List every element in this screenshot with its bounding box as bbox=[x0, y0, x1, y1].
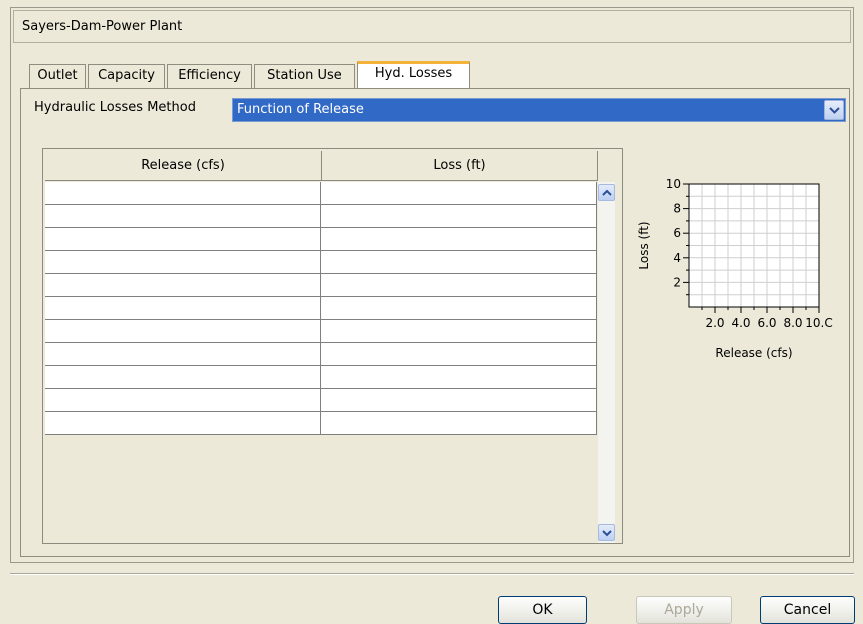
loss-cell[interactable] bbox=[321, 251, 597, 273]
table-row[interactable] bbox=[45, 182, 597, 205]
table-row[interactable] bbox=[45, 343, 597, 366]
apply-button[interactable]: Apply bbox=[636, 596, 732, 624]
method-value: Function of Release bbox=[237, 102, 364, 117]
table-body bbox=[45, 182, 597, 435]
loss-cell[interactable] bbox=[321, 182, 597, 204]
table-row[interactable] bbox=[45, 366, 597, 389]
window-title: Sayers-Dam-Power Plant bbox=[22, 19, 183, 34]
loss-cell[interactable] bbox=[321, 412, 597, 434]
release-cell[interactable] bbox=[45, 343, 321, 365]
release-cell[interactable] bbox=[45, 297, 321, 319]
table-row[interactable] bbox=[45, 297, 597, 320]
x-tick-label: 6.0 bbox=[757, 316, 776, 330]
loss-cell[interactable] bbox=[321, 389, 597, 411]
y-tick-label: 10 bbox=[666, 177, 681, 191]
release-cell[interactable] bbox=[45, 320, 321, 342]
tab-hyd-losses[interactable]: Hyd. Losses bbox=[357, 61, 470, 88]
release-cell[interactable] bbox=[45, 412, 321, 434]
y-tick-label: 6 bbox=[673, 226, 681, 240]
title-bar: Sayers-Dam-Power Plant bbox=[13, 10, 851, 43]
table-row[interactable] bbox=[45, 274, 597, 297]
y-tick-label: 8 bbox=[673, 202, 681, 216]
loss-cell[interactable] bbox=[321, 274, 597, 296]
method-select[interactable]: Function of Release bbox=[232, 98, 846, 122]
vertical-scrollbar[interactable] bbox=[598, 182, 615, 543]
ok-button[interactable]: OK bbox=[498, 596, 587, 624]
table-row[interactable] bbox=[45, 205, 597, 228]
scroll-down-button[interactable] bbox=[598, 524, 615, 541]
release-cell[interactable] bbox=[45, 205, 321, 227]
y-tick-label: 4 bbox=[673, 251, 681, 265]
dropdown-button[interactable] bbox=[824, 100, 844, 120]
loss-chart: 2.0 4.0 6.0 8.0 10.C 10 8 6 4 2 Release (cfs) Loss … bbox=[637, 177, 833, 360]
table-row[interactable] bbox=[45, 251, 597, 274]
loss-cell[interactable] bbox=[321, 205, 597, 227]
loss-chart-panel: 2.0 4.0 6.0 8.0 10.C 10 8 6 4 2 Release (cfs) Loss … bbox=[630, 148, 848, 544]
release-cell[interactable] bbox=[45, 228, 321, 250]
column-header-loss[interactable]: Loss (ft) bbox=[322, 151, 598, 181]
table-row[interactable] bbox=[45, 389, 597, 412]
table-row[interactable] bbox=[45, 412, 597, 435]
loss-cell[interactable] bbox=[321, 228, 597, 250]
separator bbox=[10, 573, 854, 575]
tab-capacity[interactable]: Capacity bbox=[88, 64, 165, 88]
x-tick-label: 8.0 bbox=[783, 316, 802, 330]
column-header-release[interactable]: Release (cfs) bbox=[45, 151, 322, 181]
chevron-down-icon bbox=[602, 530, 612, 537]
y-tick-label: 2 bbox=[673, 275, 681, 289]
method-label: Hydraulic Losses Method bbox=[34, 100, 196, 115]
x-tick-label: 10.C bbox=[805, 316, 832, 330]
tab-efficiency[interactable]: Efficiency bbox=[167, 64, 252, 88]
scroll-up-button[interactable] bbox=[598, 184, 615, 201]
tab-outlet[interactable]: Outlet bbox=[29, 64, 86, 88]
cancel-button[interactable]: Cancel bbox=[760, 596, 855, 624]
chevron-up-icon bbox=[602, 189, 612, 196]
loss-cell[interactable] bbox=[321, 320, 597, 342]
table-row[interactable] bbox=[45, 320, 597, 343]
y-axis-label: Loss (ft) bbox=[637, 221, 651, 269]
loss-table: Release (cfs) Loss (ft) bbox=[42, 148, 623, 544]
tab-station-use[interactable]: Station Use bbox=[254, 64, 355, 88]
release-cell[interactable] bbox=[45, 251, 321, 273]
chevron-down-icon bbox=[829, 107, 840, 114]
release-cell[interactable] bbox=[45, 182, 321, 204]
x-axis-label: Release (cfs) bbox=[715, 346, 792, 360]
loss-cell[interactable] bbox=[321, 297, 597, 319]
loss-cell[interactable] bbox=[321, 366, 597, 388]
release-cell[interactable] bbox=[45, 366, 321, 388]
x-tick-label: 2.0 bbox=[705, 316, 724, 330]
table-row[interactable] bbox=[45, 228, 597, 251]
release-cell[interactable] bbox=[45, 274, 321, 296]
release-cell[interactable] bbox=[45, 389, 321, 411]
loss-cell[interactable] bbox=[321, 343, 597, 365]
x-tick-label: 4.0 bbox=[731, 316, 750, 330]
